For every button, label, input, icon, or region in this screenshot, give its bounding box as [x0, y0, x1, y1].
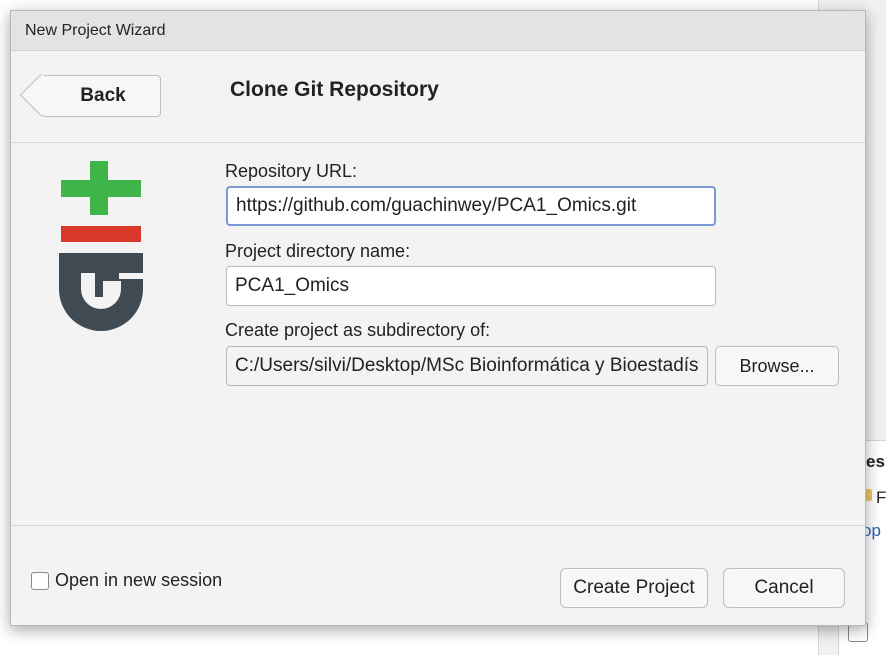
subdirectory-path-input[interactable] — [226, 346, 708, 386]
repo-url-input[interactable] — [226, 186, 716, 226]
open-new-session-label[interactable]: Open in new session — [55, 570, 222, 591]
repo-url-label: Repository URL: — [225, 161, 358, 181]
back-button-label: Back — [80, 85, 126, 106]
footer-divider — [11, 525, 865, 526]
create-project-button[interactable]: Create Project — [560, 568, 708, 608]
dialog-titlebar: New Project Wizard — [11, 11, 865, 51]
new-project-dialog: New Project Wizard Back Clone Git Reposi… — [10, 10, 866, 626]
page-title: Clone Git Repository — [230, 78, 439, 101]
open-new-session-row[interactable]: Open in new session — [31, 570, 222, 591]
project-dir-input[interactable] — [226, 266, 716, 306]
dialog-title: New Project Wizard — [25, 21, 166, 39]
background-pane-title-fragment: es — [866, 452, 885, 471]
background-fragment-fo: Fo — [876, 488, 886, 507]
cancel-button[interactable]: Cancel — [723, 568, 845, 608]
open-new-session-checkbox[interactable] — [31, 571, 49, 590]
wizard-header: Back Clone Git Repository — [11, 51, 865, 143]
subdirectory-label: Create project as subdirectory of: — [225, 320, 491, 340]
git-logo-icon — [59, 161, 143, 331]
browse-button[interactable]: Browse... — [715, 346, 839, 386]
project-dir-label: Project directory name: — [225, 241, 411, 261]
back-button[interactable]: Back — [19, 73, 161, 117]
back-arrow-icon — [19, 73, 63, 117]
